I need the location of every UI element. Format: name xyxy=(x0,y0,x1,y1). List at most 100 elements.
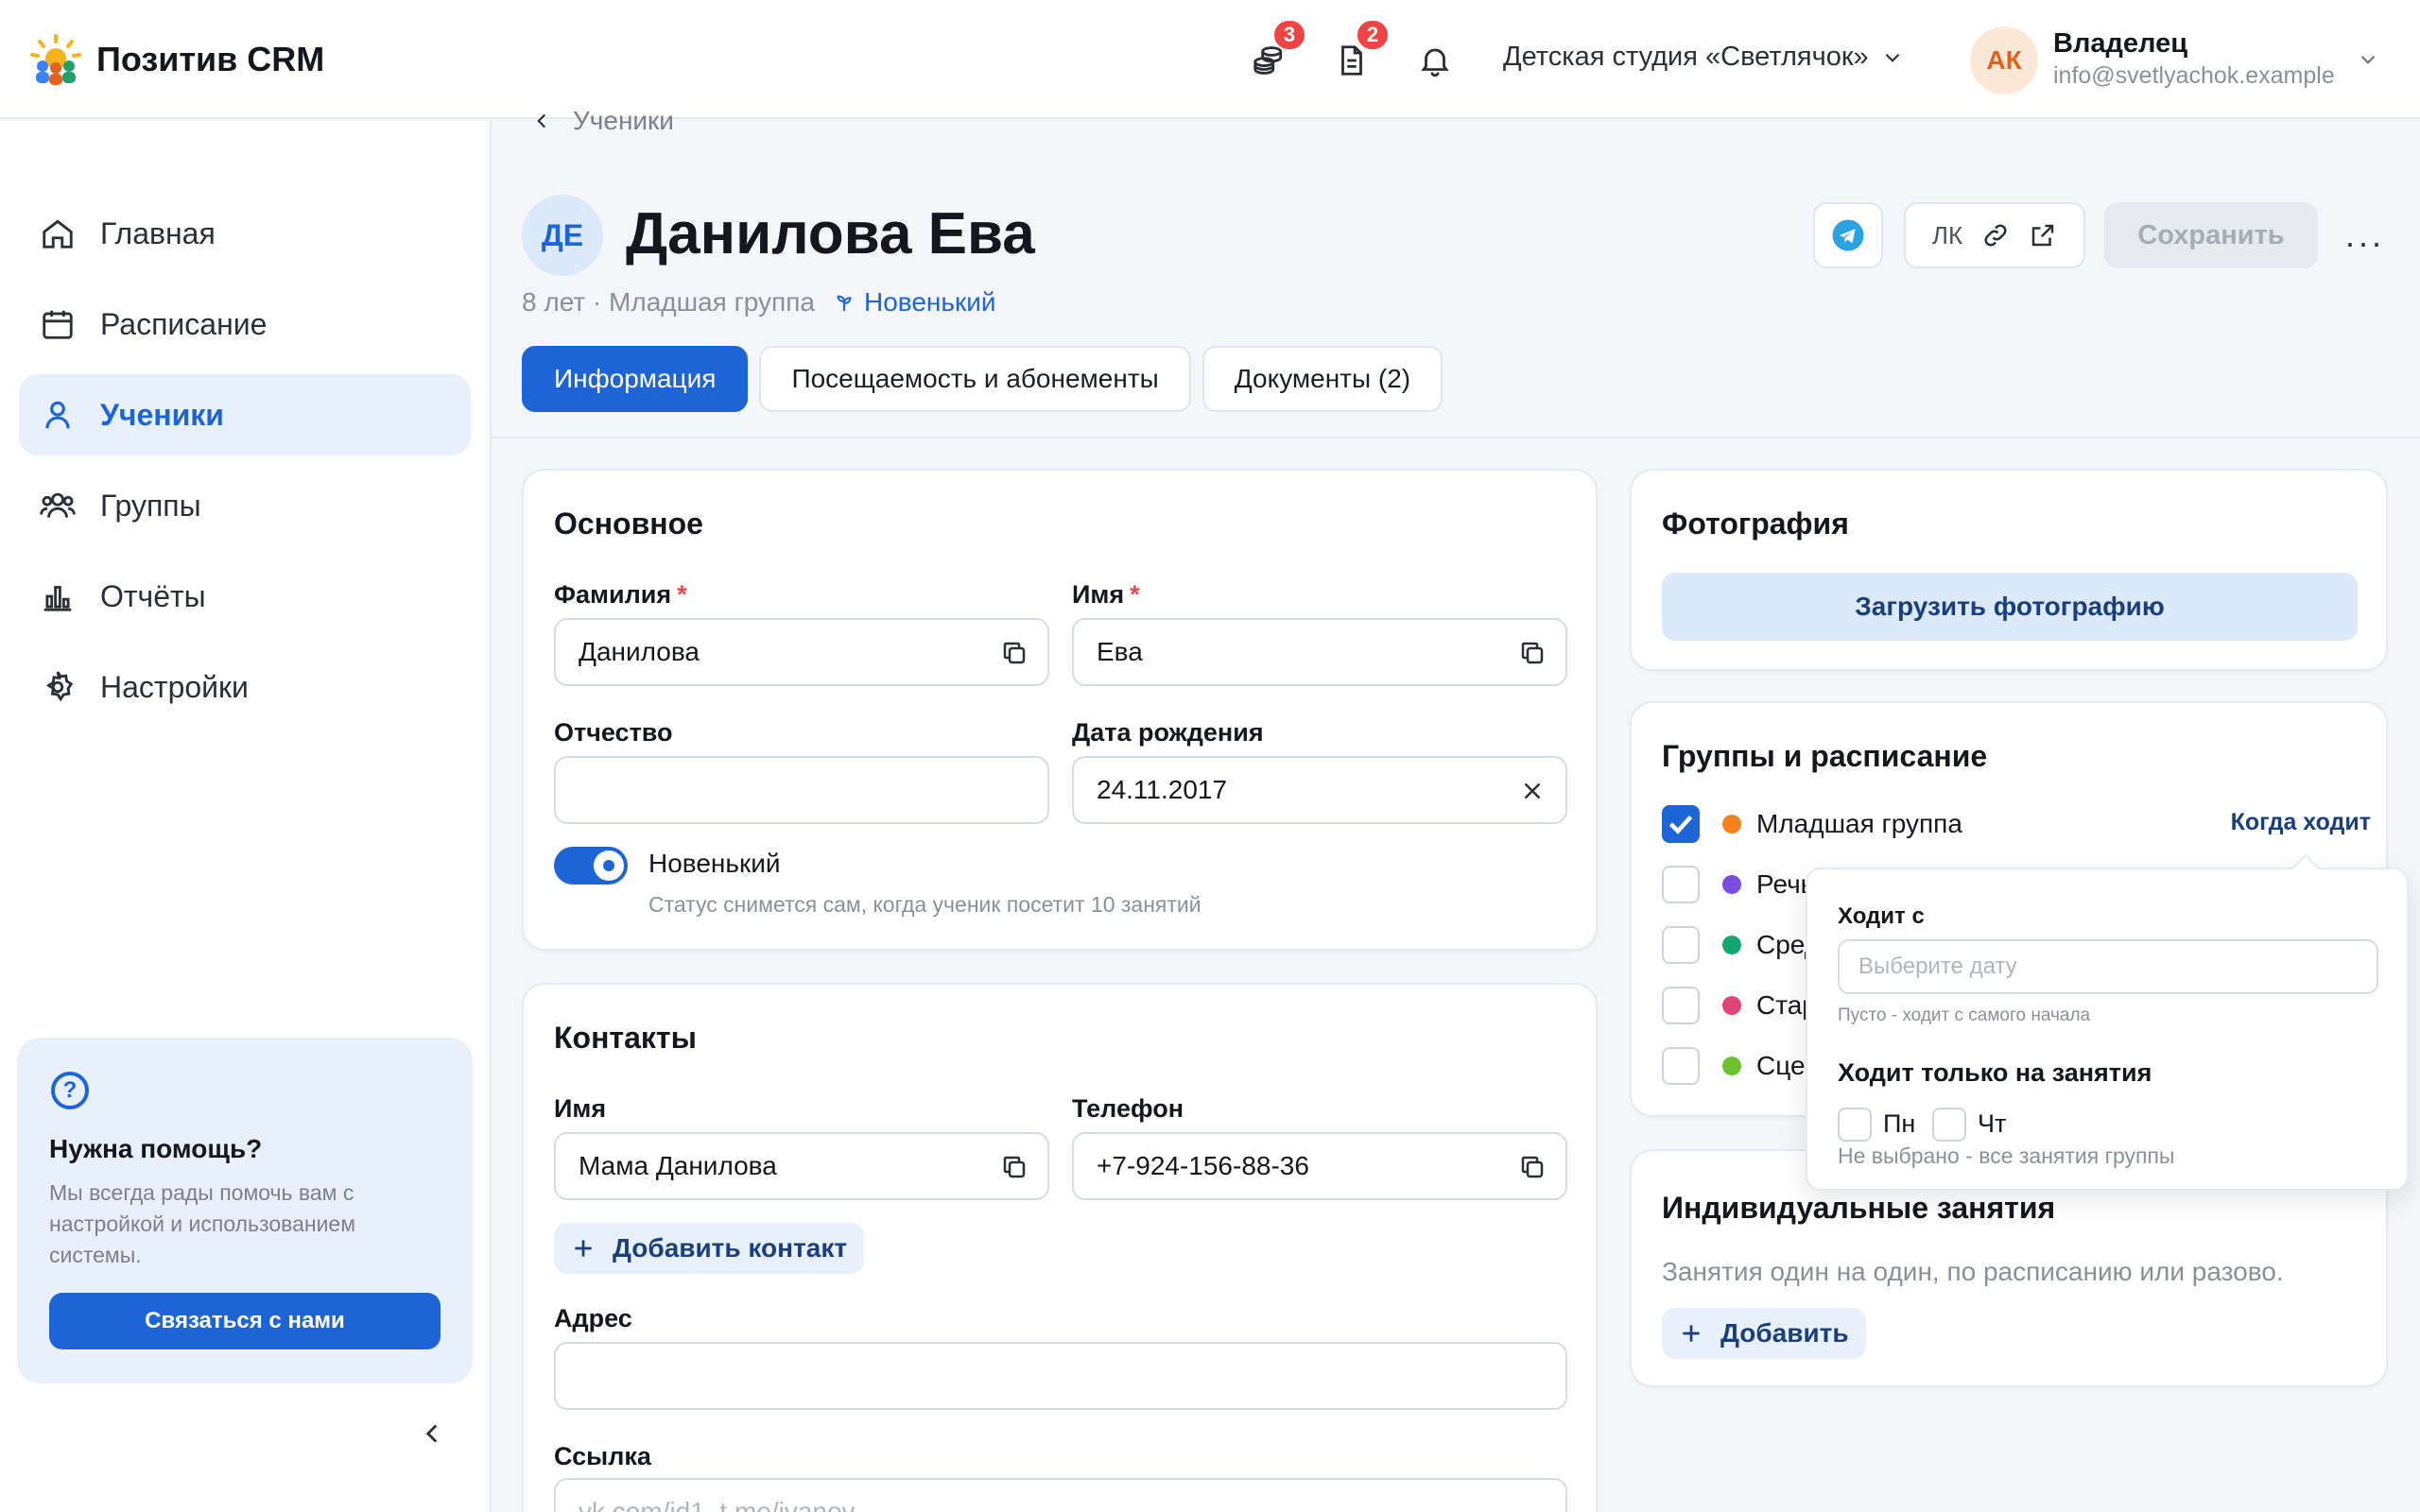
lk-panel: ЛК xyxy=(1904,202,2085,268)
tab-documents[interactable]: Документы (2) xyxy=(1201,346,1443,412)
copy-link-button[interactable] xyxy=(1981,221,2010,249)
link-icon xyxy=(1984,224,2007,247)
day-label-thu: Чт xyxy=(1978,1109,2007,1138)
plus-icon xyxy=(1683,1325,1700,1342)
first-name-field[interactable]: Ева xyxy=(1072,618,1567,686)
more-options-button[interactable]: ··· xyxy=(2344,223,2384,263)
documents-button[interactable]: 2 xyxy=(1333,19,1390,79)
required-mark: * xyxy=(1130,580,1140,609)
sidebar-item-schedule[interactable]: Расписание xyxy=(19,284,471,365)
birthdate-label: Дата рождения xyxy=(1072,718,1264,747)
student-meta: 8 лет · Младшая группа Новенький xyxy=(522,287,995,318)
group-checkbox[interactable] xyxy=(1662,805,1700,843)
patronymic-field[interactable] xyxy=(554,756,1049,824)
breadcrumb[interactable]: Ученики xyxy=(529,106,674,136)
sidebar-item-settings[interactable]: Настройки xyxy=(19,646,471,728)
user-role: Владелец xyxy=(2053,28,2188,59)
sidebar-item-students[interactable]: Ученики xyxy=(19,374,471,455)
when-attends-button[interactable]: Когда ходит xyxy=(2231,809,2371,836)
collapse-sidebar-button[interactable] xyxy=(416,1418,448,1450)
group-color-dot xyxy=(1722,996,1741,1015)
save-button[interactable]: Сохранить xyxy=(2104,202,2318,268)
copy-icon[interactable] xyxy=(1000,639,1028,667)
copy-icon[interactable] xyxy=(1000,1153,1028,1181)
day-checkbox-thu[interactable] xyxy=(1932,1108,1966,1142)
address-field[interactable] xyxy=(554,1342,1567,1410)
check-icon xyxy=(1668,815,1693,834)
sidebar-item-reports[interactable]: Отчёты xyxy=(19,556,471,637)
photo-card: Фотография Загрузить фотографию xyxy=(1630,469,2388,671)
copy-icon[interactable] xyxy=(1518,1153,1547,1181)
copy-icon[interactable] xyxy=(1518,639,1547,667)
card-title: Группы и расписание xyxy=(1662,739,1988,773)
add-individual-label: Добавить xyxy=(1720,1318,1849,1348)
clear-icon[interactable] xyxy=(1518,777,1547,805)
help-panel: ? Нужна помощь? Мы всегда рады помочь ва… xyxy=(17,1038,473,1383)
telegram-button[interactable] xyxy=(1813,202,1883,268)
user-email: info@svetlyachok.example xyxy=(2053,62,2335,89)
newbie-toggle-label: Новенький xyxy=(648,849,781,878)
date-placeholder: Выберите дату xyxy=(1858,954,2017,979)
group-name: Младшая группа xyxy=(1756,809,1962,838)
header-divider xyxy=(492,437,2420,438)
studio-selector[interactable]: Детская студия «Светлячок» xyxy=(1503,42,1905,73)
required-mark: * xyxy=(677,580,687,609)
phone-label: Телефон xyxy=(1072,1094,1184,1123)
birthdate-value: 24.11.2017 xyxy=(1097,775,1228,804)
studio-name: Детская студия «Светлячок» xyxy=(1503,42,1869,72)
group-checkbox[interactable] xyxy=(1662,1047,1700,1085)
patronymic-label: Отчество xyxy=(554,718,673,747)
upload-photo-button[interactable]: Загрузить фотографию xyxy=(1662,573,2358,641)
sidebar-item-label: Настройки xyxy=(100,669,249,704)
last-name-field[interactable]: Данилова xyxy=(554,618,1049,686)
contact-name-label: Имя xyxy=(554,1094,607,1123)
phone-value: +7-924-156-88-36 xyxy=(1097,1151,1309,1180)
attends-from-hint: Пусто - ходит с самого начала xyxy=(1838,1005,2091,1025)
card-title: Основное xyxy=(554,507,703,541)
sidebar-item-label: Ученики xyxy=(100,397,224,432)
user-menu-chevron[interactable] xyxy=(2356,47,2380,72)
contact-name-field[interactable]: Мама Данилова xyxy=(554,1132,1049,1200)
open-external-button[interactable] xyxy=(2029,221,2057,249)
card-title: Контакты xyxy=(554,1021,697,1055)
contact-us-button[interactable]: Связаться с нами xyxy=(49,1293,441,1349)
link-label: Ссылка xyxy=(554,1442,651,1470)
sidebar-item-groups[interactable]: Группы xyxy=(19,465,471,546)
help-text: Мы всегда рады помочь вам с настройкой и… xyxy=(49,1180,356,1267)
lk-label: ЛК xyxy=(1931,220,1963,249)
app-logo[interactable]: Позитив CRM xyxy=(28,32,324,87)
telegram-icon xyxy=(1832,219,1864,251)
sidebar: Главная Расписание Ученики Группы Отчёты… xyxy=(0,121,492,1512)
add-individual-button[interactable]: Добавить xyxy=(1662,1308,1866,1359)
main-info-card: Основное Фамилия * Данилова Имя * Ева Отче… xyxy=(522,469,1598,951)
attends-from-label: Ходит с xyxy=(1838,903,1925,929)
tab-attendance[interactable]: Посещаемость и абонементы xyxy=(759,346,1191,412)
newbie-toggle[interactable] xyxy=(554,847,628,885)
link-field[interactable]: vk.com/id1, t.me/ivanov xyxy=(554,1478,1567,1512)
add-contact-button[interactable]: Добавить контакт xyxy=(554,1223,865,1274)
birthdate-field[interactable]: 24.11.2017 xyxy=(1072,756,1567,824)
attends-from-date-input[interactable]: Выберите дату xyxy=(1838,939,2378,994)
payments-button[interactable]: 3 xyxy=(1250,19,1306,79)
tab-info[interactable]: Информация xyxy=(522,346,749,412)
chevron-left-icon xyxy=(425,1424,438,1443)
link-placeholder: vk.com/id1, t.me/ivanov xyxy=(579,1497,856,1512)
calendar-icon xyxy=(43,310,73,339)
last-name-label: Фамилия * xyxy=(554,580,687,609)
sidebar-item-home[interactable]: Главная xyxy=(19,193,471,274)
phone-field[interactable]: +7-924-156-88-36 xyxy=(1072,1132,1567,1200)
page-title: Данилова Ева xyxy=(626,201,1035,266)
group-checkbox[interactable] xyxy=(1662,866,1700,903)
external-link-icon xyxy=(2031,224,2054,247)
user-avatar[interactable]: АК xyxy=(1970,26,2038,94)
sidebar-item-label: Группы xyxy=(100,488,201,523)
help-title: Нужна помощь? xyxy=(49,1134,263,1163)
notifications-button[interactable] xyxy=(1416,42,1454,79)
card-title: Фотография xyxy=(1662,507,1849,541)
newbie-status[interactable]: Новенький xyxy=(834,287,995,318)
day-checkbox-mon[interactable] xyxy=(1838,1108,1872,1142)
group-checkbox[interactable] xyxy=(1662,987,1700,1024)
contact-name-value: Мама Данилова xyxy=(579,1151,777,1180)
group-checkbox[interactable] xyxy=(1662,926,1700,964)
group-color-dot xyxy=(1722,815,1741,833)
